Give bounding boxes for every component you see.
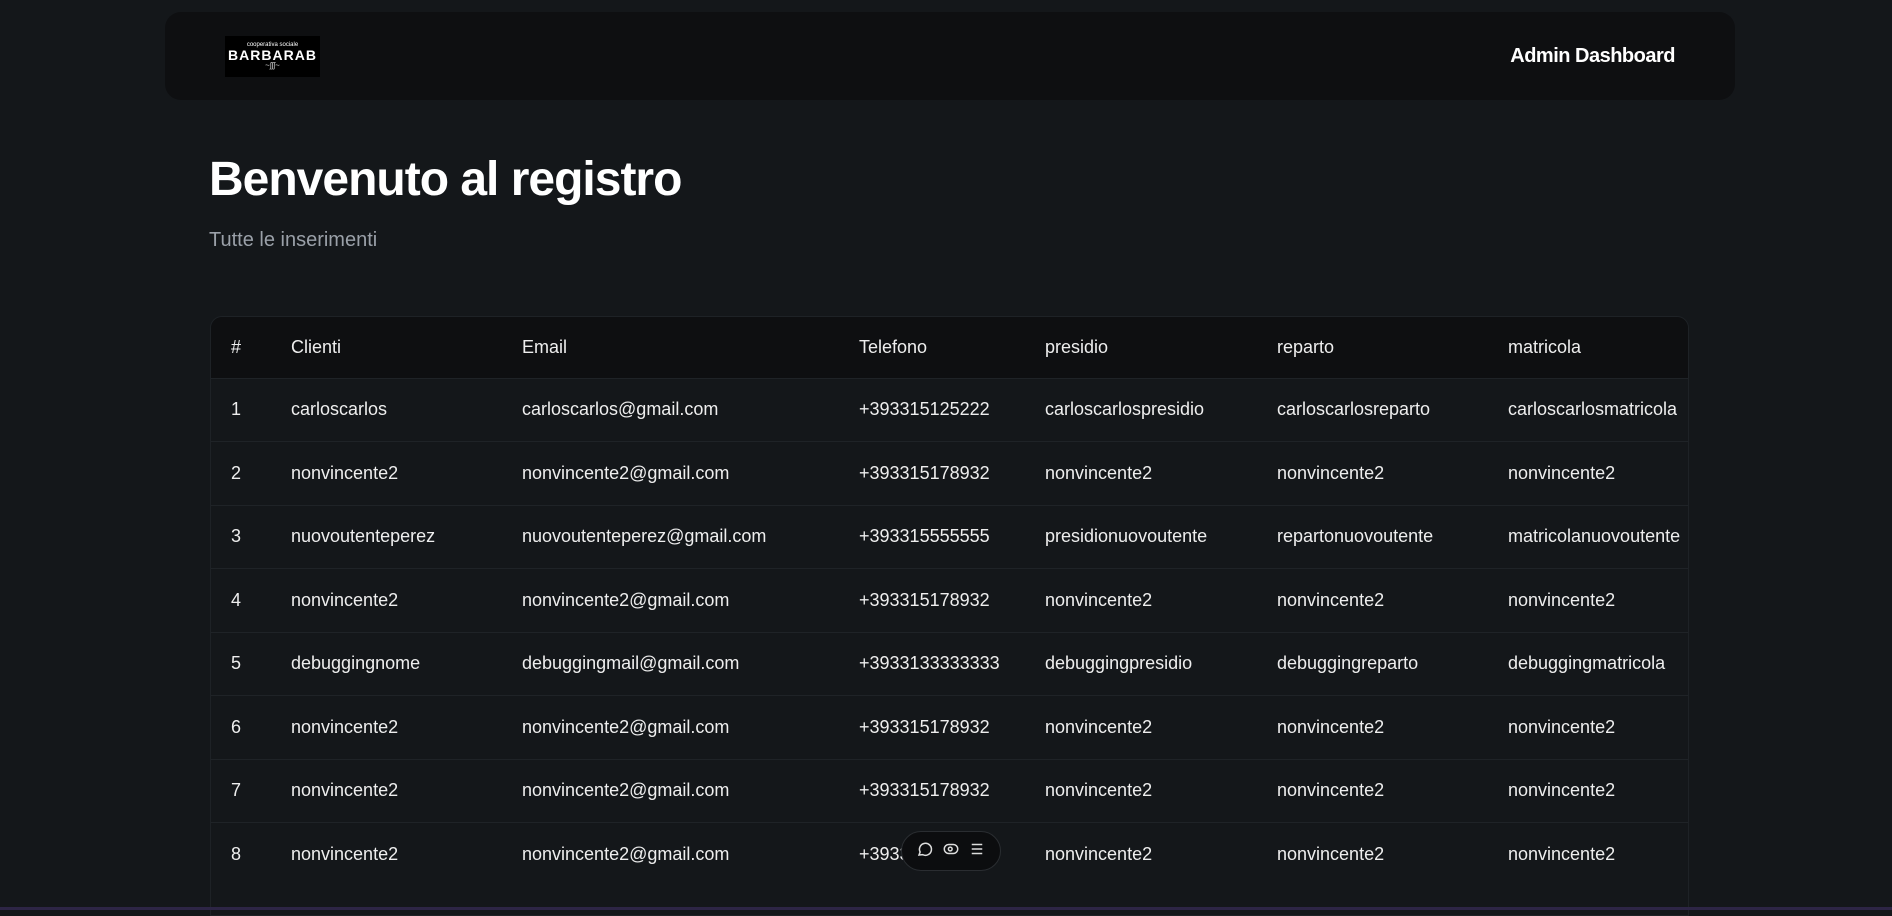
logo-signature: ~ʃʃʃ~ [265,61,280,70]
column-header: Telefono [859,336,928,357]
table-cell: 6 [231,716,242,737]
table-cell: nonvincente2 [1045,716,1153,737]
comment-icon[interactable] [916,840,934,863]
page-title: Benvenuto al registro [209,153,682,206]
menu-icon[interactable] [968,840,986,863]
table-row[interactable]: 5 debuggingnome debuggingmail@gmail.com +39… [211,632,1688,696]
table-cell: debuggingpresidio [1045,653,1193,674]
column-header: presidio [1045,336,1109,357]
table-cell: 1 [231,399,242,420]
eye-icon[interactable] [942,840,960,863]
admin-dashboard-link[interactable]: Admin Dashboard [1510,45,1675,68]
table-row[interactable]: 3 nuovoutenteperez nuovoutenteperez@gmail.… [211,505,1688,569]
table-cell: 7 [231,780,242,801]
table-cell: nonvincente2 [291,589,399,610]
table-cell: nonvincente2 [1277,462,1385,483]
table-cell: debuggingmail@gmail.com [522,653,740,674]
table-cell: 5 [231,653,242,674]
table-cell: +393315555555 [859,526,990,547]
column-header: reparto [1277,336,1335,357]
table-cell: nonvincente2 [291,844,399,864]
table-cell: presidionuovoutente [1045,526,1208,547]
table-cell: nonvincente2 [1277,589,1385,610]
table-cell: nonvincente2 [1277,780,1385,801]
table-row[interactable]: 4 nonvincente2 nonvincente2@gmail.com +3933… [211,568,1688,633]
logo-name: BARBARAB [228,47,317,63]
table-cell: carloscarlosreparto [1277,399,1431,420]
table-row[interactable]: 6 nonvincente2 nonvincente2@gmail.com +3933… [211,695,1688,760]
table-cell: debuggingreparto [1277,653,1419,674]
table-cell: nonvincente2 [291,716,399,737]
entries-table: # Clienti Email Telefono presidio reparto matr… [210,316,1689,916]
table-cell: nonvincente2 [291,462,399,483]
table-cell: nonvincente2 [291,780,399,801]
table-cell: matricolanuovoutente [1508,526,1681,547]
table-cell: 8 [231,844,242,864]
table-cell: nonvincente2 [1508,780,1616,801]
table-cell: carloscarlos [291,399,388,420]
table-cell: debuggingmatricola [1508,653,1666,674]
table-cell: nonvincente2 [1277,716,1385,737]
table-header-row: # Clienti Email Telefono presidio reparto matr… [211,317,1688,378]
floating-toolbar [901,831,1001,871]
table-cell: +393315125222 [859,399,990,420]
table-cell: 2 [231,462,242,483]
table-cell: nonvincente2 [1508,844,1616,864]
page-subtitle: Tutte le inserimenti [209,229,378,251]
table-cell: debuggingnome [291,653,421,674]
column-header: Clienti [291,336,342,357]
table-cell: nonvincente2 [1508,716,1616,737]
table-cell: nuovoutenteperez@gmail.com [522,526,767,547]
table-cell: +393315178932 [859,716,990,737]
table-cell: nonvincente2@gmail.com [522,462,730,483]
table-cell: nonvincente2@gmail.com [522,716,730,737]
table-row[interactable]: 2 nonvincente2 nonvincente2@gmail.com +3933… [211,441,1688,506]
column-header: # [231,336,242,357]
table-cell: nonvincente2 [1045,780,1153,801]
table-cell: nuovoutenteperez [291,526,436,547]
table-cell: nonvincente2@gmail.com [522,780,730,801]
table-cell: +393315178932 [859,589,990,610]
table-cell: carloscarlosmatricola [1508,399,1678,420]
table-cell: +393315178932 [859,780,990,801]
table-cell: nonvincente2 [1508,589,1616,610]
table-cell: +3933133333333 [859,653,1000,674]
table-row[interactable]: 1 carloscarlos carloscarlos@gmail.com +3933… [211,378,1688,442]
table-cell: carloscarlos@gmail.com [522,399,719,420]
logo[interactable]: cooperativa sociale BARBARAB ~ʃʃʃ~ [225,35,320,77]
column-header: Email [522,336,568,357]
table-cell: nonvincente2 [1045,844,1153,864]
top-header: cooperativa sociale BARBARAB ~ʃʃʃ~ Admin… [165,12,1735,100]
table-cell: nonvincente2 [1277,844,1385,864]
table-cell: 4 [231,589,242,610]
table-cell: nonvincente2 [1508,462,1616,483]
table-cell: nonvincente2@gmail.com [522,844,730,864]
table-cell: nonvincente2 [1045,462,1153,483]
column-header: matricola [1508,336,1582,357]
table-cell: repartonuovoutente [1277,526,1434,547]
table-cell: carloscarlospresidio [1045,399,1205,420]
table-row[interactable]: 7 nonvincente2 nonvincente2@gmail.com +3933… [211,759,1688,823]
table-cell: +393315178932 [859,462,990,483]
table-cell: 3 [231,526,242,547]
table-cell: nonvincente2@gmail.com [522,589,730,610]
table-cell: nonvincente2 [1045,589,1153,610]
